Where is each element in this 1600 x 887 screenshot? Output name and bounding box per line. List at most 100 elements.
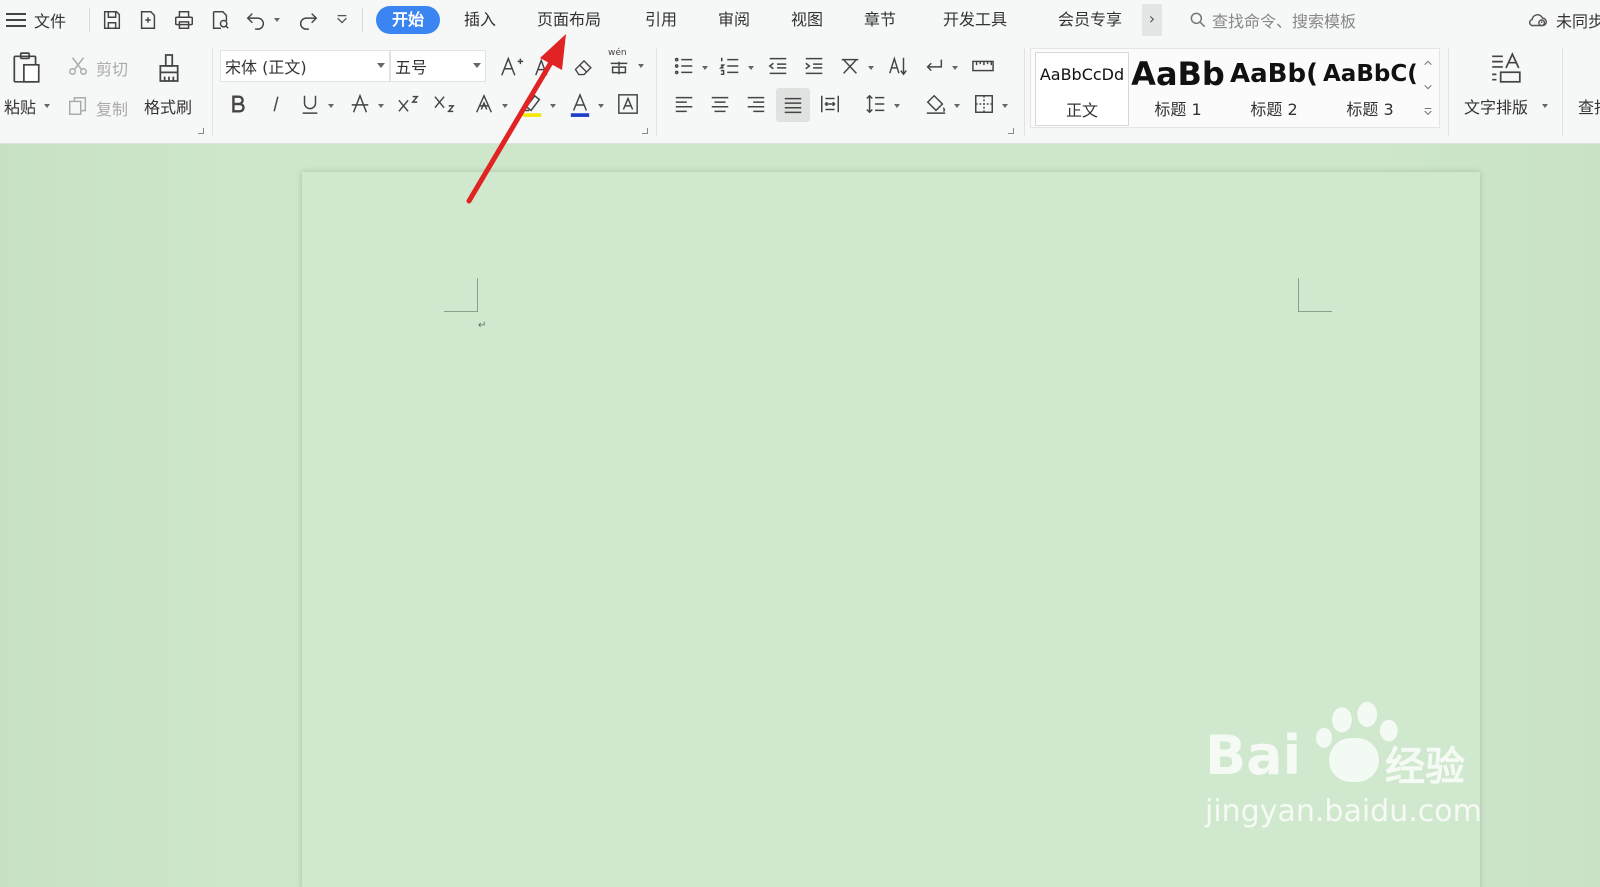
borders-button[interactable] — [970, 90, 998, 118]
font-color-icon — [570, 92, 590, 117]
align-left-icon — [675, 96, 693, 113]
font-size-select[interactable]: 五号 — [390, 50, 486, 82]
marks-dropdown-icon[interactable] — [952, 66, 958, 70]
highlight-button[interactable] — [518, 90, 546, 120]
tab-review[interactable]: 审阅 — [718, 6, 750, 34]
copy-button[interactable] — [66, 94, 90, 118]
format-painter-label[interactable]: 格式刷 — [144, 94, 192, 118]
shrink-font-button[interactable] — [532, 52, 556, 80]
phonetic-dropdown-icon[interactable] — [638, 64, 644, 68]
clear-format-button[interactable] — [570, 52, 598, 80]
char-border-button[interactable] — [614, 90, 642, 118]
align-left-button[interactable] — [670, 90, 698, 118]
file-menu-button[interactable]: 文件 — [6, 8, 66, 32]
strikethrough-button[interactable] — [346, 90, 374, 118]
line-spacing-button[interactable] — [862, 90, 890, 118]
styles-scroll-down[interactable] — [1423, 77, 1437, 97]
text-effect-button[interactable] — [470, 90, 498, 118]
tab-insert[interactable]: 插入 — [464, 6, 496, 34]
sort-button[interactable] — [884, 52, 912, 80]
printer-icon — [175, 11, 193, 29]
font-group-launcher[interactable] — [642, 128, 648, 134]
style-heading-1[interactable]: AaBb 标题 1 — [1131, 52, 1225, 126]
undo-dropdown-icon[interactable] — [274, 18, 280, 22]
cut-label[interactable]: 剪切 — [96, 56, 128, 80]
text-layout-label[interactable]: 文字排版 — [1464, 94, 1528, 118]
shading-button[interactable] — [922, 90, 950, 118]
shading-dropdown-icon[interactable] — [954, 104, 960, 108]
font-name-select[interactable]: 宋体 (正文) — [220, 50, 390, 82]
highlight-dropdown-icon[interactable] — [550, 104, 556, 108]
copy-label[interactable]: 复制 — [96, 96, 128, 120]
font-color-dropdown-icon[interactable] — [598, 104, 604, 108]
subscript-button[interactable] — [430, 90, 460, 118]
clipboard-group-launcher[interactable] — [198, 128, 204, 134]
distribute-button[interactable] — [816, 90, 844, 118]
text-layout-button[interactable] — [1486, 48, 1526, 88]
paste-dropdown-icon[interactable] — [44, 104, 50, 108]
strikethrough-dropdown-icon[interactable] — [378, 104, 384, 108]
paragraph-group-launcher[interactable] — [1008, 128, 1014, 134]
tab-page-layout[interactable]: 页面布局 — [537, 6, 601, 34]
bullet-list-dropdown-icon[interactable] — [702, 66, 708, 70]
tab-home[interactable]: 开始 — [376, 6, 441, 34]
chinese-layout-button[interactable] — [836, 52, 864, 80]
underline-dropdown-icon[interactable] — [328, 104, 334, 108]
underline-button[interactable] — [296, 90, 324, 118]
line-spacing-dropdown-icon[interactable] — [894, 104, 900, 108]
more-tabs-button[interactable]: › — [1142, 4, 1162, 36]
bold-button[interactable] — [224, 90, 252, 118]
align-center-button[interactable] — [706, 90, 734, 118]
justify-button[interactable] — [776, 88, 810, 122]
chinese-layout-dropdown-icon[interactable] — [868, 66, 874, 70]
print-button[interactable] — [172, 8, 196, 32]
ruler-button[interactable] — [968, 52, 998, 80]
tab-member[interactable]: 会员专享 — [1058, 6, 1122, 34]
italic-button[interactable] — [262, 90, 290, 118]
tab-chapter[interactable]: 章节 — [864, 6, 896, 34]
command-search[interactable]: 查找命令、搜索模板 — [1188, 8, 1356, 32]
borders-dropdown-icon[interactable] — [1002, 104, 1008, 108]
save-button[interactable] — [100, 8, 124, 32]
tab-references[interactable]: 引用 — [645, 6, 677, 34]
style-heading-3[interactable]: AaBbC( 标题 3 — [1323, 52, 1417, 126]
export-pdf-button[interactable] — [136, 8, 160, 32]
increase-indent-button[interactable] — [800, 52, 828, 80]
text-layout-dropdown-icon[interactable] — [1542, 104, 1548, 108]
numbered-list-dropdown-icon[interactable] — [748, 66, 754, 70]
shrink-font-icon — [535, 58, 554, 76]
numbered-list-button[interactable] — [716, 52, 744, 80]
tab-view[interactable]: 视图 — [791, 6, 823, 34]
bullet-list-button[interactable] — [670, 52, 698, 80]
text-effect-icon — [475, 93, 493, 113]
phonetic-guide-button[interactable]: wén — [606, 48, 636, 80]
text-effect-dropdown-icon[interactable] — [502, 104, 508, 108]
align-right-button[interactable] — [742, 90, 770, 118]
text-layout-icon — [1492, 52, 1521, 83]
paragraph-mark[interactable]: ↵ — [478, 320, 486, 331]
style-normal[interactable]: AaBbCcDd 正文 — [1035, 52, 1129, 126]
undo-button[interactable] — [244, 8, 268, 32]
customize-toolbar-button[interactable] — [334, 10, 350, 30]
grow-font-button[interactable] — [498, 52, 526, 80]
cut-button[interactable] — [66, 54, 90, 78]
watermark-url: jingyan.baidu.com — [1205, 794, 1482, 829]
find-replace-button[interactable]: 查找 — [1578, 94, 1600, 118]
style-heading-2[interactable]: AaBb( 标题 2 — [1227, 52, 1321, 126]
superscript-button[interactable] — [394, 90, 424, 118]
print-preview-button[interactable] — [208, 8, 232, 32]
redo-button[interactable] — [296, 8, 320, 32]
styles-scroll-up[interactable] — [1423, 53, 1437, 73]
file-menu-label: 文件 — [34, 12, 67, 31]
font-color-button[interactable] — [566, 90, 594, 120]
styles-expand[interactable] — [1423, 101, 1437, 121]
paste-label[interactable]: 粘贴 — [4, 94, 36, 118]
tab-developer[interactable]: 开发工具 — [943, 6, 1007, 34]
decrease-indent-button[interactable] — [764, 52, 792, 80]
increase-indent-icon — [805, 57, 823, 75]
paste-button[interactable] — [6, 48, 46, 88]
show-hide-marks-button[interactable] — [920, 52, 948, 80]
scissors-icon — [69, 57, 87, 75]
sync-status[interactable]: 未同步 — [1526, 8, 1600, 32]
format-painter-button[interactable] — [152, 48, 186, 88]
